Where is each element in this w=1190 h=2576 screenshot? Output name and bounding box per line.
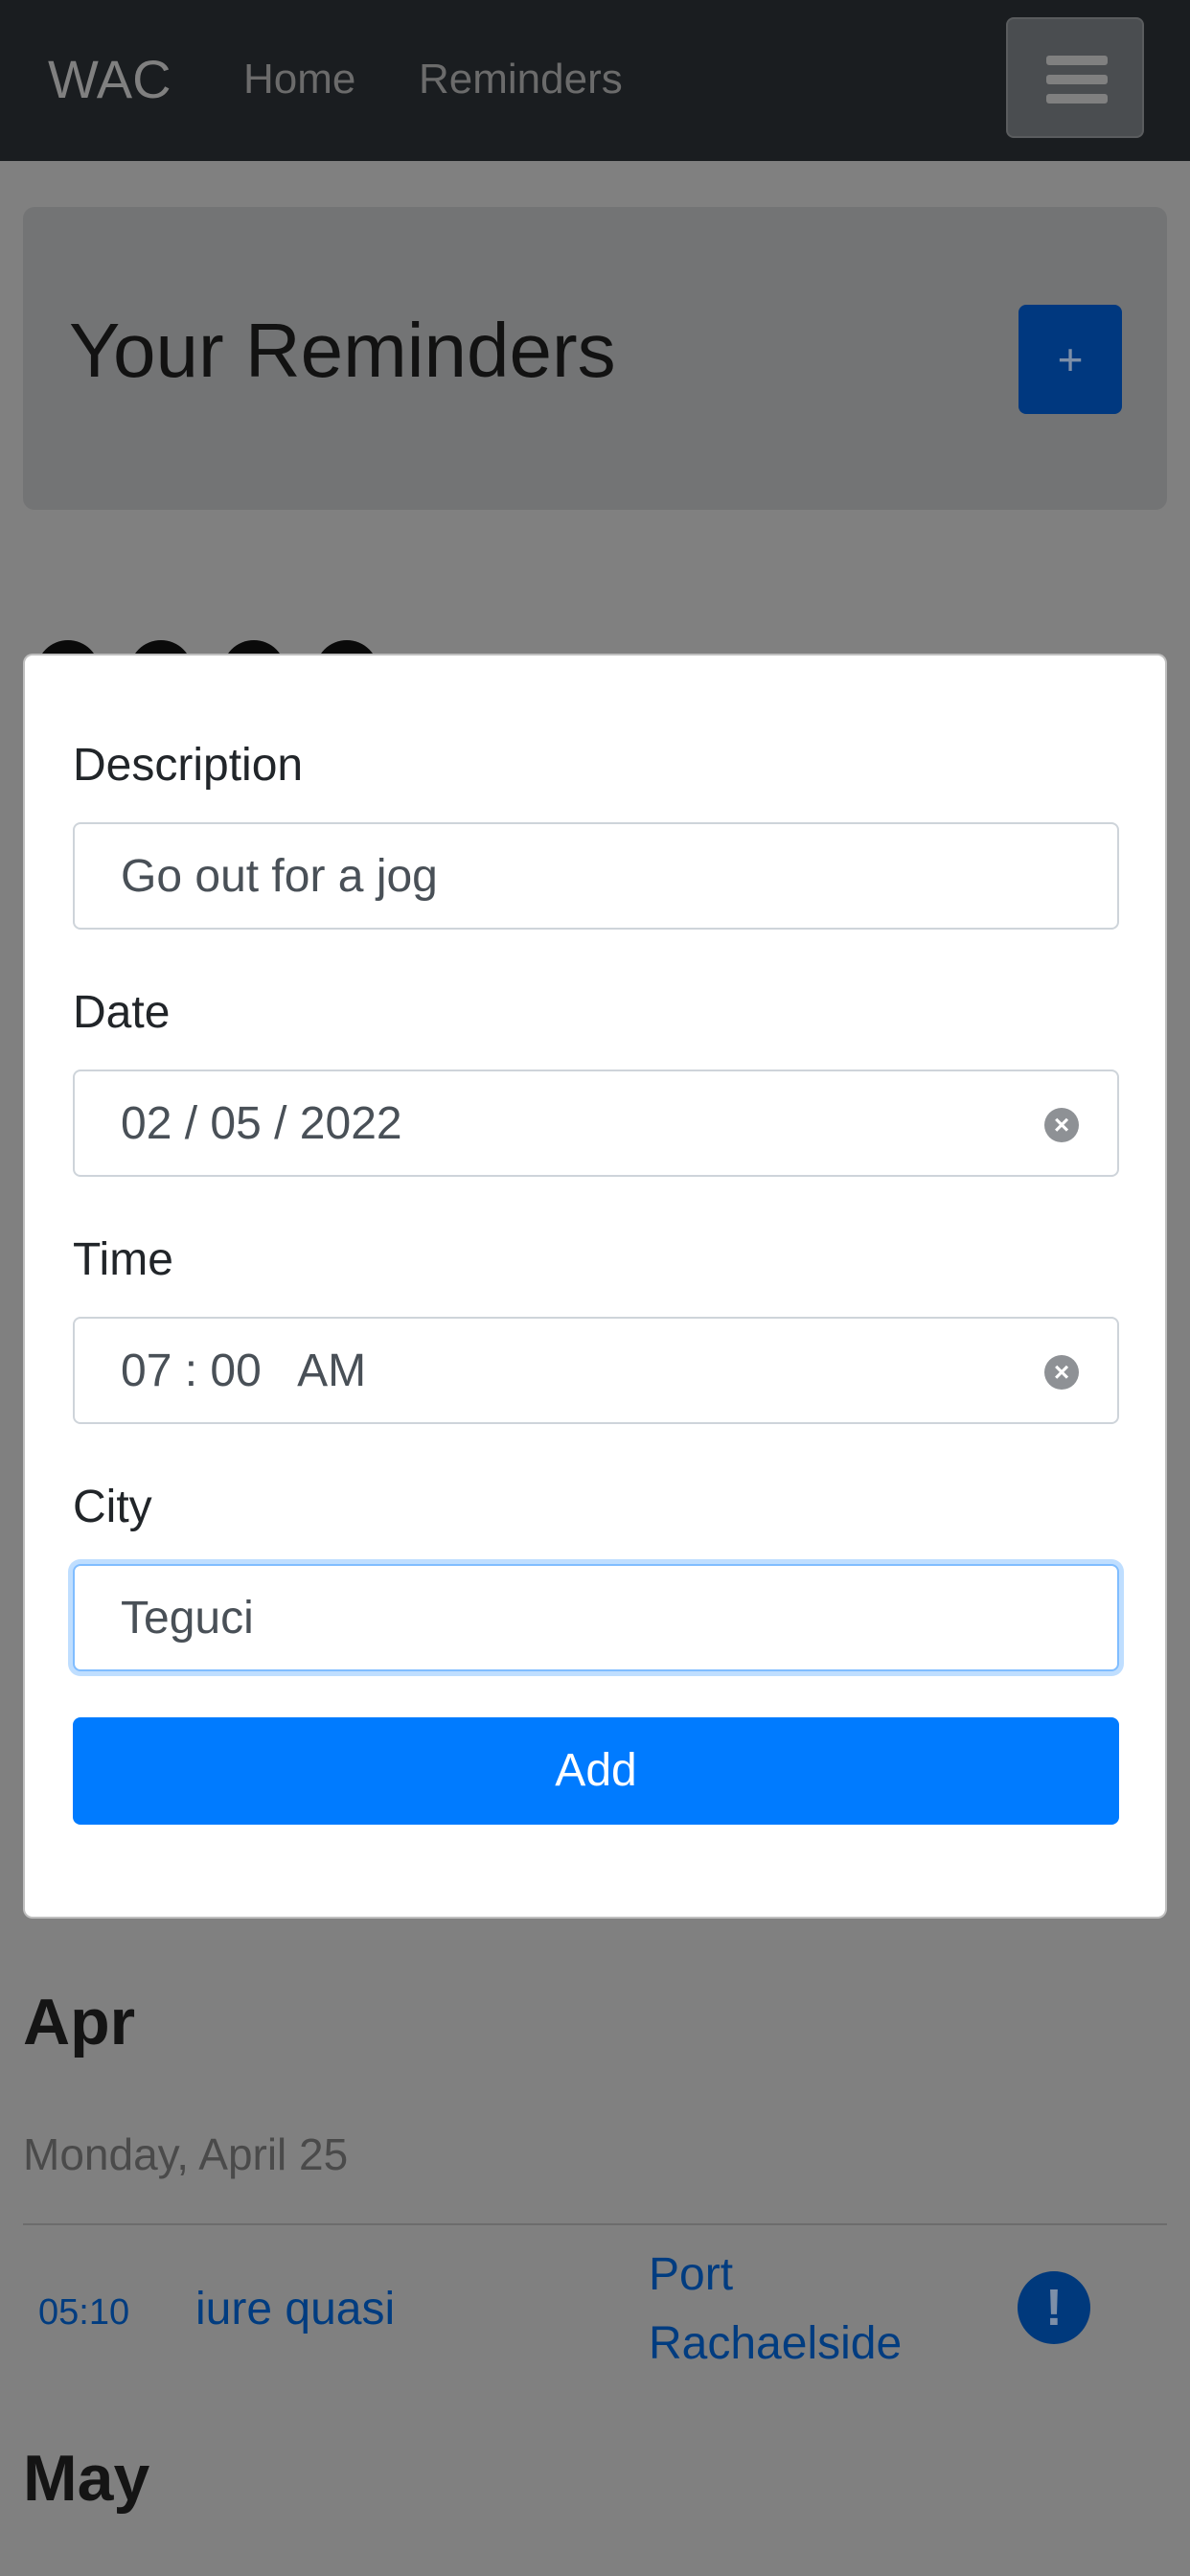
brand-logo[interactable]: WAC (48, 48, 172, 111)
add-reminder-modal: Description Go out for a jog Date 02 / 0… (23, 654, 1167, 1919)
clear-icon[interactable]: × (1044, 1108, 1079, 1142)
reminder-time: 05:10 (38, 2292, 130, 2333)
time-value: 07 : 00 AM (121, 1346, 367, 1396)
hamburger-menu-icon-bar (1046, 75, 1108, 84)
clear-icon[interactable]: × (1044, 1355, 1079, 1390)
city-input[interactable]: Teguci (73, 1564, 1119, 1671)
navbar-toggler-button[interactable] (1006, 17, 1144, 138)
hamburger-menu-icon-bar (1046, 94, 1108, 104)
hamburger-menu-icon (1046, 56, 1108, 65)
date-input[interactable]: 02 / 05 / 2022 × (73, 1070, 1119, 1177)
description-label: Description (73, 740, 304, 791)
nav-link-reminders[interactable]: Reminders (419, 54, 623, 105)
page-header: Your Reminders + (23, 207, 1167, 510)
add-reminder-button[interactable]: + (1018, 305, 1122, 414)
time-label: Time (73, 1234, 173, 1285)
month-heading: May (23, 2442, 150, 2515)
divider (23, 2223, 1167, 2225)
exclamation-circle-icon[interactable]: ! (1018, 2271, 1090, 2344)
page-title: Your Reminders (69, 308, 616, 393)
nav-link-home[interactable]: Home (243, 54, 355, 105)
description-input[interactable]: Go out for a jog (73, 822, 1119, 930)
city-label: City (73, 1482, 152, 1532)
add-button[interactable]: Add (73, 1717, 1119, 1825)
month-heading: Apr (23, 1986, 136, 2058)
day-heading: Monday, April 25 (23, 2129, 349, 2179)
navbar: WAC Home Reminders (0, 0, 1190, 161)
date-value: 02 / 05 / 2022 (121, 1098, 402, 1149)
description-value: Go out for a jog (121, 851, 438, 902)
reminder-description[interactable]: iure quasi (195, 2281, 395, 2338)
reminder-city[interactable]: Port Rachaelside (649, 2241, 936, 2379)
city-value: Teguci (121, 1593, 254, 1644)
date-label: Date (73, 987, 171, 1038)
time-input[interactable]: 07 : 00 AM × (73, 1317, 1119, 1424)
